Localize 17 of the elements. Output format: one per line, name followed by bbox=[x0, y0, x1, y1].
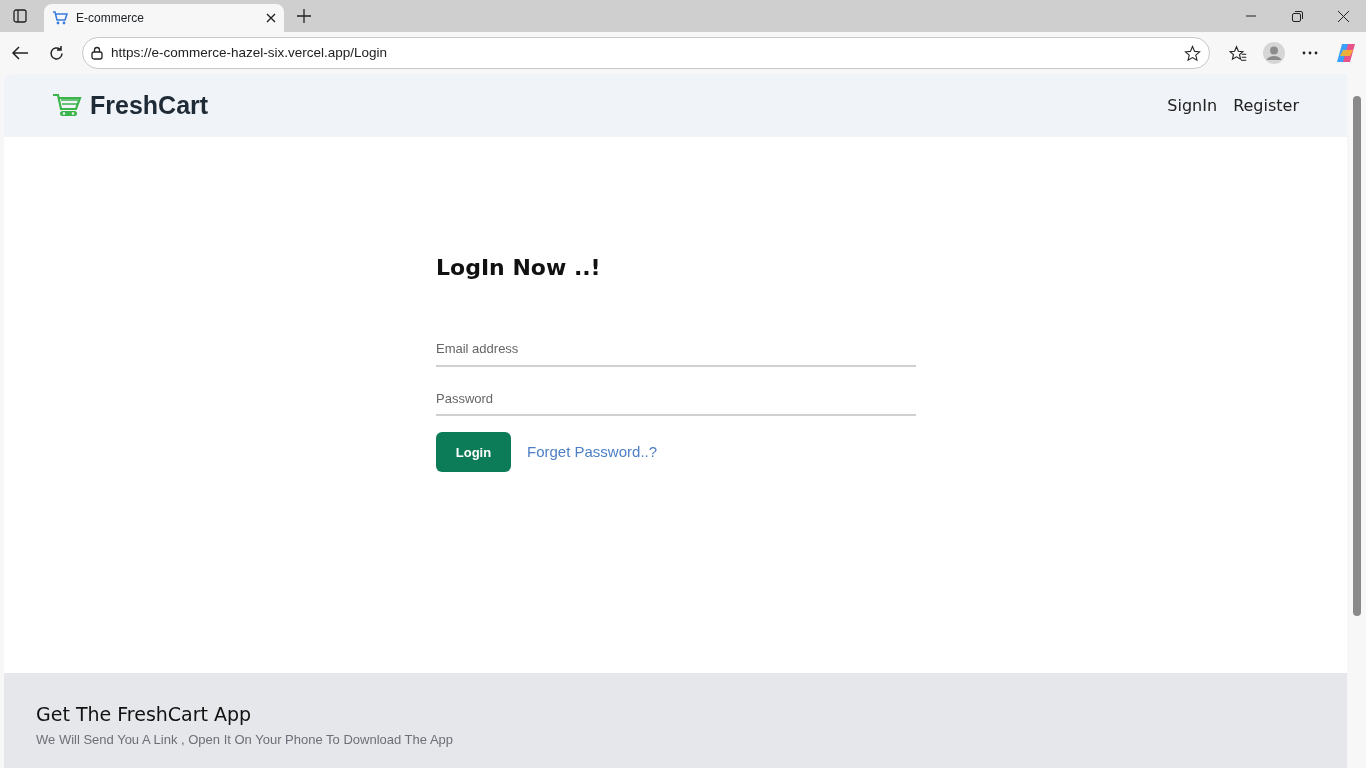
nav-link[interactable]: Register bbox=[1233, 93, 1299, 118]
lock-icon bbox=[91, 46, 103, 60]
address-bar[interactable]: https://e-commerce-hazel-six.vercel.app/Login bbox=[82, 37, 1210, 69]
close-icon[interactable] bbox=[266, 13, 276, 23]
star-icon[interactable] bbox=[1184, 44, 1201, 62]
nav-link[interactable]: SignIn bbox=[1167, 93, 1218, 118]
footer-title: Get The FreshCart App bbox=[36, 703, 253, 726]
browser-tab[interactable]: E-commerce bbox=[44, 4, 284, 32]
footer-text: We Will Send You A Link , Open It On Your Phone To Download The App bbox=[36, 730, 454, 749]
login-button[interactable]: Login bbox=[436, 432, 511, 473]
cart-icon bbox=[52, 92, 82, 119]
url-text: https://e-commerce-hazel-six.vercel.app/Login bbox=[111, 43, 389, 62]
login-heading: LogIn Now ..! bbox=[436, 255, 602, 282]
forgot-password-link[interactable]: Forget Password..? bbox=[527, 441, 658, 464]
brand-name: FreshCart bbox=[90, 89, 209, 121]
cart-icon bbox=[52, 10, 68, 26]
tab-title: E-commerce bbox=[76, 10, 145, 27]
